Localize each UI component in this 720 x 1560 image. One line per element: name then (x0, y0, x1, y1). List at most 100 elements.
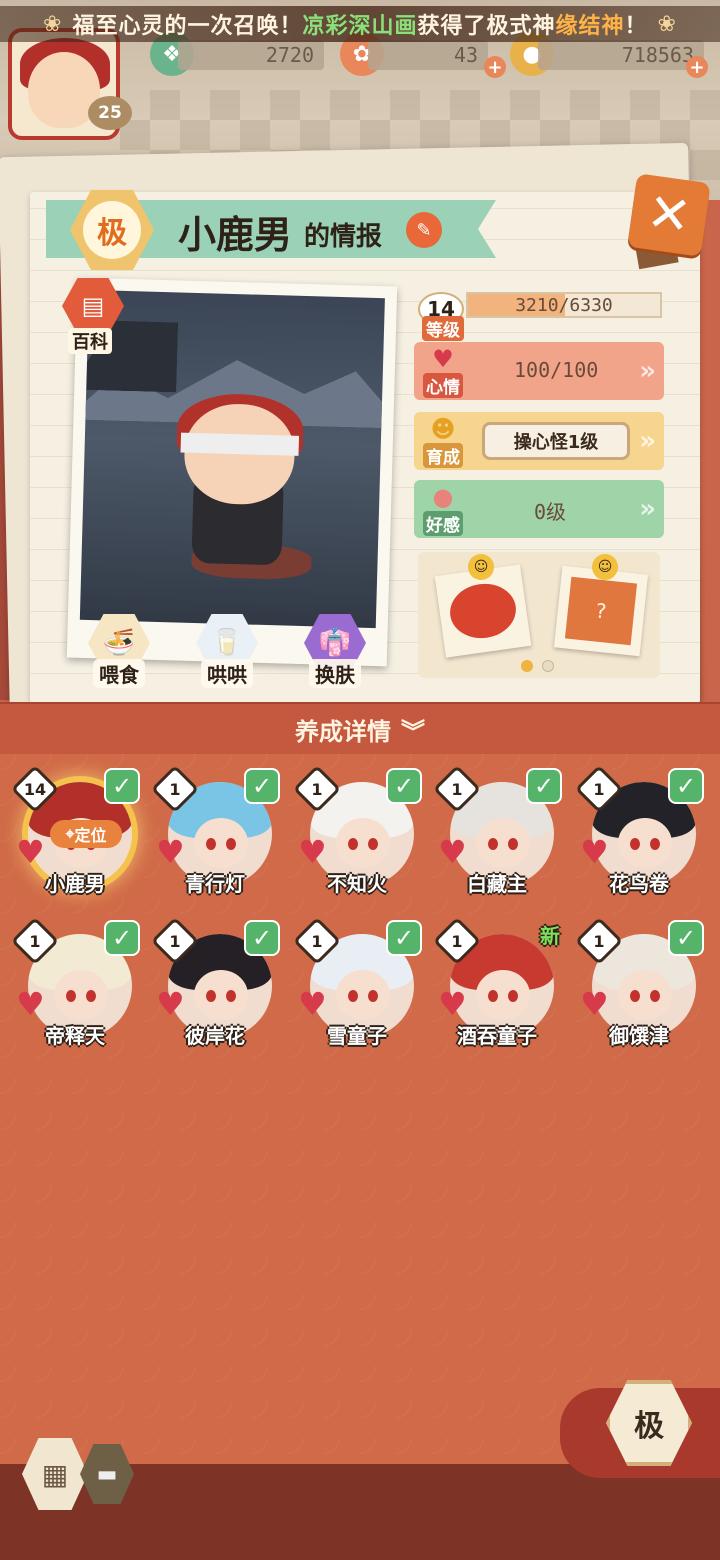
shikigami-name-label: 彼岸花 (185, 1024, 245, 1048)
feed-button[interactable]: 🍜 喂食 (82, 614, 156, 688)
affinity-value: 0级 (534, 500, 567, 524)
shikigami-card[interactable]: 1 ✓ ♥ 青行灯 (150, 764, 280, 904)
portrait-eye (66, 990, 76, 1002)
feed-label: 喂食 (93, 659, 145, 688)
checkmark-icon: ✓ (244, 768, 280, 804)
shikigami-card[interactable]: 1 ✓ ♥ 御馔津 (574, 916, 704, 1056)
portrait-eye (650, 838, 660, 850)
page-dot-1[interactable] (521, 660, 533, 672)
chibi-headband (180, 432, 300, 456)
portrait-eye (630, 990, 640, 1002)
checkmark-icon: ✓ (104, 920, 140, 956)
banner-prefix: 福至心灵的一次召唤！ (72, 14, 303, 39)
skin-button[interactable]: 👘 换肤 (298, 614, 372, 688)
new-badge: 新 (540, 924, 560, 948)
portrait-face (336, 818, 390, 868)
portrait-face (476, 970, 530, 1020)
portrait-eye (348, 990, 358, 1002)
page-dot-2[interactable] (542, 660, 554, 672)
portrait-eye (206, 990, 216, 1002)
portrait-face (336, 970, 390, 1020)
card-level: 1 (311, 779, 323, 799)
jade-counter: 2720 (178, 40, 324, 70)
portrait-face (476, 818, 530, 868)
growth-chip[interactable]: 操心怪1级 (482, 422, 630, 460)
shikigami-card[interactable]: 1 ✓ ♥ 帝释天 (10, 916, 140, 1056)
grade-text: 极 (83, 201, 141, 259)
location-pin-icon: ⌖ (65, 824, 75, 843)
wiki-button[interactable]: ▤ 百科 (62, 278, 128, 354)
checkmark-icon: ✓ (104, 768, 140, 804)
portrait-eye (348, 838, 358, 850)
player-level-badge: 25 (88, 96, 132, 130)
fish-counter: 43 (368, 40, 488, 70)
card-level: 1 (311, 931, 323, 951)
affinity-stat: ● 好感 (418, 480, 468, 538)
mood-row[interactable]: ♥ 心情 100/100 » (414, 342, 664, 400)
shikigami-card[interactable]: 1 ✓ ♥ 不知火 (292, 764, 422, 904)
portrait-face (618, 818, 672, 868)
checkmark-icon: ✓ (386, 768, 422, 804)
dish-card[interactable]: ☺ ? ☺ (418, 552, 660, 678)
edit-name-button[interactable]: ✎ (406, 212, 442, 248)
shikigami-card[interactable]: 14 ✓ ♥ ⌖ 定位 小鹿男 (10, 764, 140, 904)
shikigami-name-label: 白藏主 (467, 872, 527, 896)
mood-value: 100/100 (514, 358, 599, 382)
shikigami-card[interactable]: 1 新 ♥ 酒吞童子 (432, 916, 562, 1056)
chevron-right-icon: » (639, 426, 656, 456)
card-level: 1 (593, 931, 605, 951)
shikigami-roster: 14 ✓ ♥ ⌖ 定位 小鹿男 1 ✓ ♥ 青行灯 1 ✓ ♥ 不知火 1 ✓ ♥ 白藏主 1 ✓ ♥ 花鸟卷 1 ✓ ♥ 帝释天… (0, 754, 720, 1464)
shikigami-card[interactable]: 1 ✓ ♥ 雪童子 (292, 916, 422, 1056)
coax-label: 哄哄 (201, 659, 253, 688)
affinity-row[interactable]: ● 好感 0级 » (414, 480, 664, 538)
heart-smile-icon: ♥ (432, 344, 454, 373)
heart-icon: ♥ (298, 833, 327, 871)
card-level: 1 (451, 931, 463, 951)
coax-button[interactable]: 🥛 哄哄 (190, 614, 264, 688)
shikigami-card[interactable]: 1 ✓ ♥ 白藏主 (432, 764, 562, 904)
portrait-eye (368, 838, 378, 850)
heart-icon: ♥ (580, 985, 609, 1023)
close-button[interactable]: ✕ (627, 173, 711, 257)
flower-ornament-icon: ❀ (43, 11, 63, 37)
mood-stat: ♥ 心情 (418, 342, 468, 400)
add-coin-button[interactable]: + (686, 56, 708, 78)
growth-label: 育成 (423, 442, 463, 468)
banner-player: 凉彩深山画 (302, 14, 418, 39)
shikigami-card[interactable]: 1 ✓ ♥ 彼岸花 (150, 916, 280, 1056)
add-fish-button[interactable]: + (484, 56, 506, 78)
card-level: 1 (169, 931, 181, 951)
heart-icon: ♥ (16, 833, 45, 871)
portrait-eye (368, 990, 378, 1002)
book-icon: ▤ (62, 278, 124, 334)
hotpot-icon (446, 579, 520, 643)
wiki-label: 百科 (68, 328, 112, 354)
heart-icon: ♥ (438, 985, 467, 1023)
locate-button[interactable]: ⌖ 定位 (50, 820, 122, 848)
shikigami-name-label: 花鸟卷 (609, 872, 669, 896)
banner-shikigami: 缘结神 (555, 14, 625, 39)
coin-counter: 718563 (538, 40, 704, 70)
banner-suffix: ！ (624, 14, 648, 39)
card-level: 1 (451, 779, 463, 799)
shikigami-name-label: 青行灯 (185, 872, 245, 896)
checkmark-icon: ✓ (668, 768, 704, 804)
shikigami-name-label: 小鹿男 (45, 872, 105, 896)
shikigami-card[interactable]: 1 ✓ ♥ 花鸟卷 (574, 764, 704, 904)
banner-middle: 获得了极式神 (417, 14, 556, 39)
shikigami-name-label: 酒吞童子 (457, 1024, 537, 1048)
affinity-label: 好感 (423, 510, 463, 536)
checkmark-icon: ✓ (386, 920, 422, 956)
locate-label: 定位 (74, 826, 107, 845)
card-level: 1 (29, 931, 41, 951)
heart-icon: ♥ (16, 985, 45, 1023)
portrait-eye (488, 990, 498, 1002)
portrait-eye (206, 838, 216, 850)
heart-icon: ♥ (156, 833, 185, 871)
pin-icon: ☺ (592, 554, 618, 580)
nurture-details-toggle[interactable]: 养成详情 ︾ (0, 702, 720, 754)
pin-icon: ☺ (468, 554, 494, 580)
portrait-eye (226, 990, 236, 1002)
nurture-title: 养成详情 (295, 717, 391, 746)
checkmark-icon: ✓ (244, 920, 280, 956)
